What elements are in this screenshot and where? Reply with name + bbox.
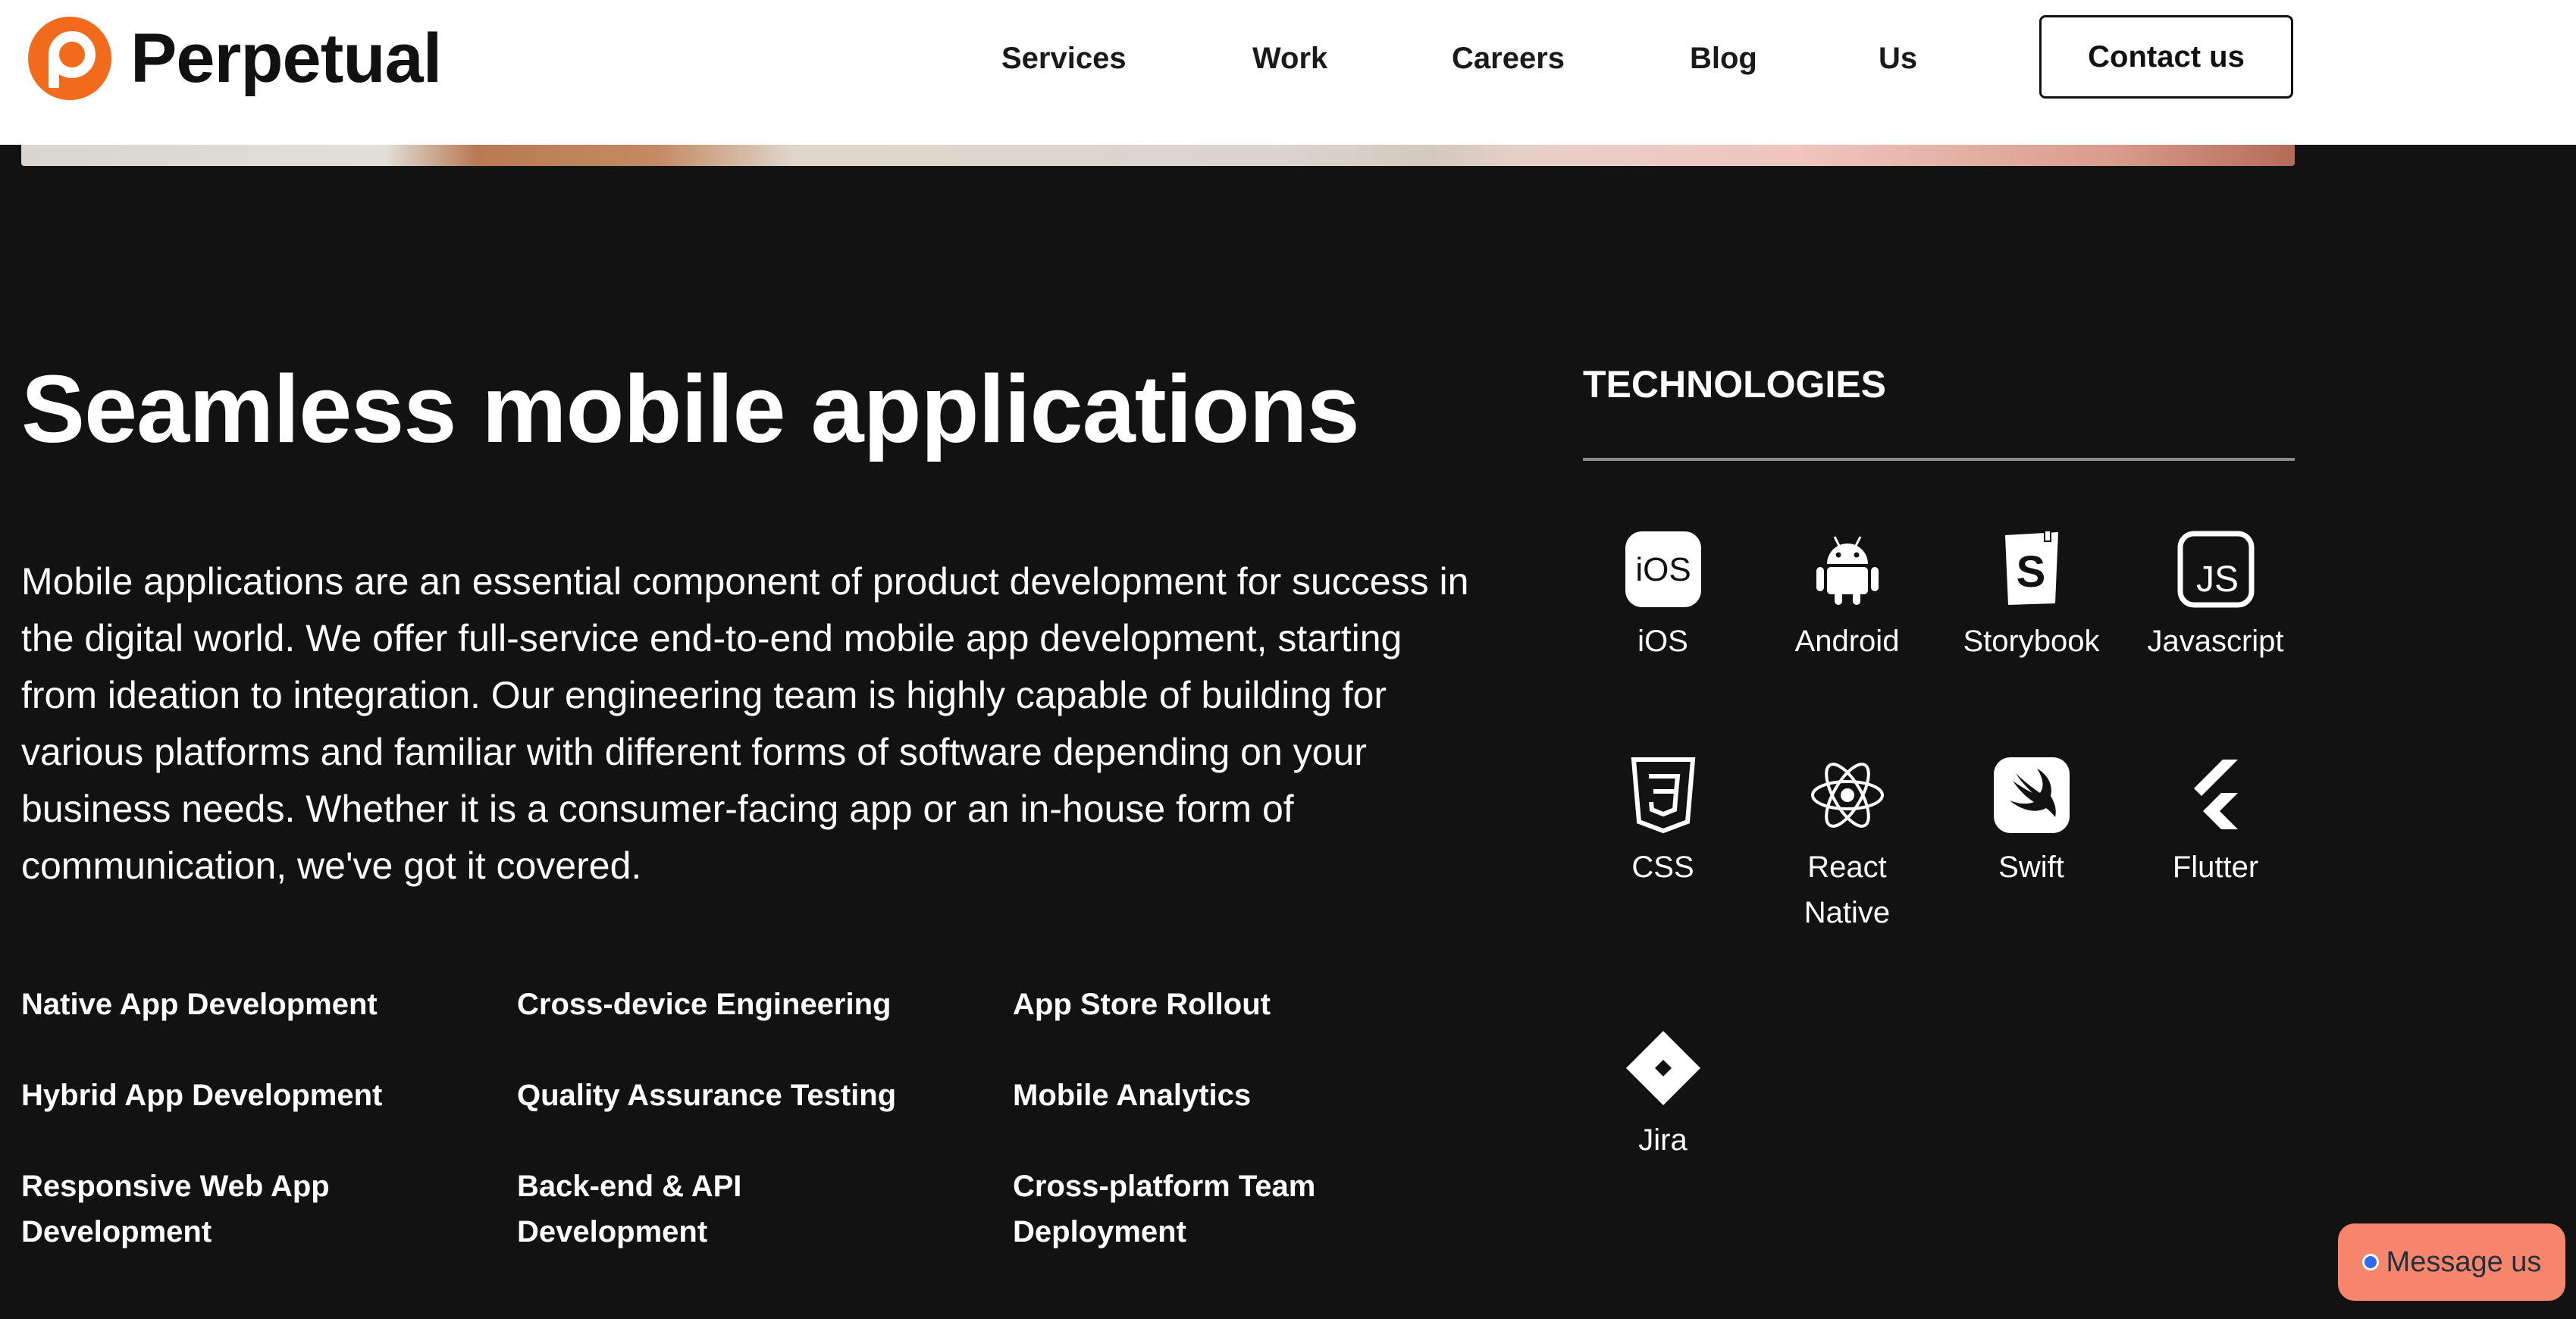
svg-text:S: S <box>2016 547 2045 597</box>
svg-text:JS: JS <box>2195 559 2238 600</box>
tech-label: Jira <box>1638 1123 1688 1157</box>
javascript-icon: JS <box>2177 531 2254 608</box>
message-us-label: Message us <box>2386 1245 2542 1278</box>
service-item: Back-end & API Development <box>517 1170 742 1249</box>
tech-label: iOS <box>1637 625 1688 658</box>
service-item: Responsive Web App Development <box>21 1170 330 1249</box>
tech-css: CSS <box>1571 757 1755 890</box>
service-item: Native App Development <box>21 988 378 1021</box>
services-list: Native App Development Cross-device Engi… <box>21 982 1507 1270</box>
online-status-icon <box>2361 1254 2379 1270</box>
nav-careers[interactable]: Careers <box>1452 38 1565 79</box>
tech-label: React Native <box>1804 851 1891 929</box>
tech-label: Android <box>1794 625 1900 658</box>
tech-label: Javascript <box>2147 625 2284 658</box>
tech-android: Android <box>1755 531 1939 664</box>
tech-javascript: JS Javascript <box>2123 531 2308 664</box>
android-icon <box>1816 536 1879 605</box>
nav-us[interactable]: Us <box>1879 38 1917 79</box>
contact-us-button[interactable]: Contact us <box>2039 15 2293 99</box>
tech-label: CSS <box>1631 851 1694 884</box>
ios-icon: iOS <box>1625 531 1701 607</box>
perpetual-logo-icon[interactable] <box>28 17 111 100</box>
react-icon <box>1810 763 1884 828</box>
flutter-icon <box>2193 760 2238 829</box>
css-icon <box>1631 757 1695 834</box>
swift-icon <box>1993 757 2070 833</box>
nav-services[interactable]: Services <box>1001 38 1127 79</box>
tech-label: Swift <box>1998 851 2064 884</box>
divider <box>1583 458 2295 461</box>
storybook-icon: S <box>2004 531 2058 605</box>
nav-work[interactable]: Work <box>1252 38 1327 79</box>
tech-flutter: Flutter <box>2123 757 2308 890</box>
service-item: Cross-platform Team Deployment <box>1013 1170 1316 1249</box>
tech-jira: Jira <box>1571 1029 1755 1163</box>
section-intro: Mobile applications are an essential com… <box>21 560 1469 887</box>
tech-ios: iOS iOS <box>1571 531 1755 664</box>
service-item: App Store Rollout <box>1013 988 1271 1021</box>
service-item: Cross-device Engineering <box>517 988 892 1021</box>
tech-label: Storybook <box>1963 625 2100 658</box>
tech-storybook: S Storybook <box>1939 531 2123 664</box>
nav-blog[interactable]: Blog <box>1690 38 1757 79</box>
tech-label: Flutter <box>2172 851 2259 884</box>
service-item: Mobile Analytics <box>1013 1079 1252 1112</box>
site-header: Perpetual Services Work Careers Blog Us … <box>0 0 2576 145</box>
service-item: Hybrid App Development <box>21 1079 383 1112</box>
tech-react-native: React Native <box>1755 757 1939 935</box>
message-us-button[interactable]: Message us <box>2338 1223 2565 1301</box>
svg-text:iOS: iOS <box>1635 551 1691 588</box>
section-title: Seamless mobile applications <box>21 356 1360 462</box>
brand-name[interactable]: Perpetual <box>130 17 442 100</box>
tech-swift: Swift <box>1939 757 2123 890</box>
hero-image <box>21 145 2295 166</box>
jira-icon <box>1625 1031 1700 1105</box>
service-item: Quality Assurance Testing <box>517 1079 897 1112</box>
technologies-heading: TECHNOLOGIES <box>1583 363 1887 406</box>
